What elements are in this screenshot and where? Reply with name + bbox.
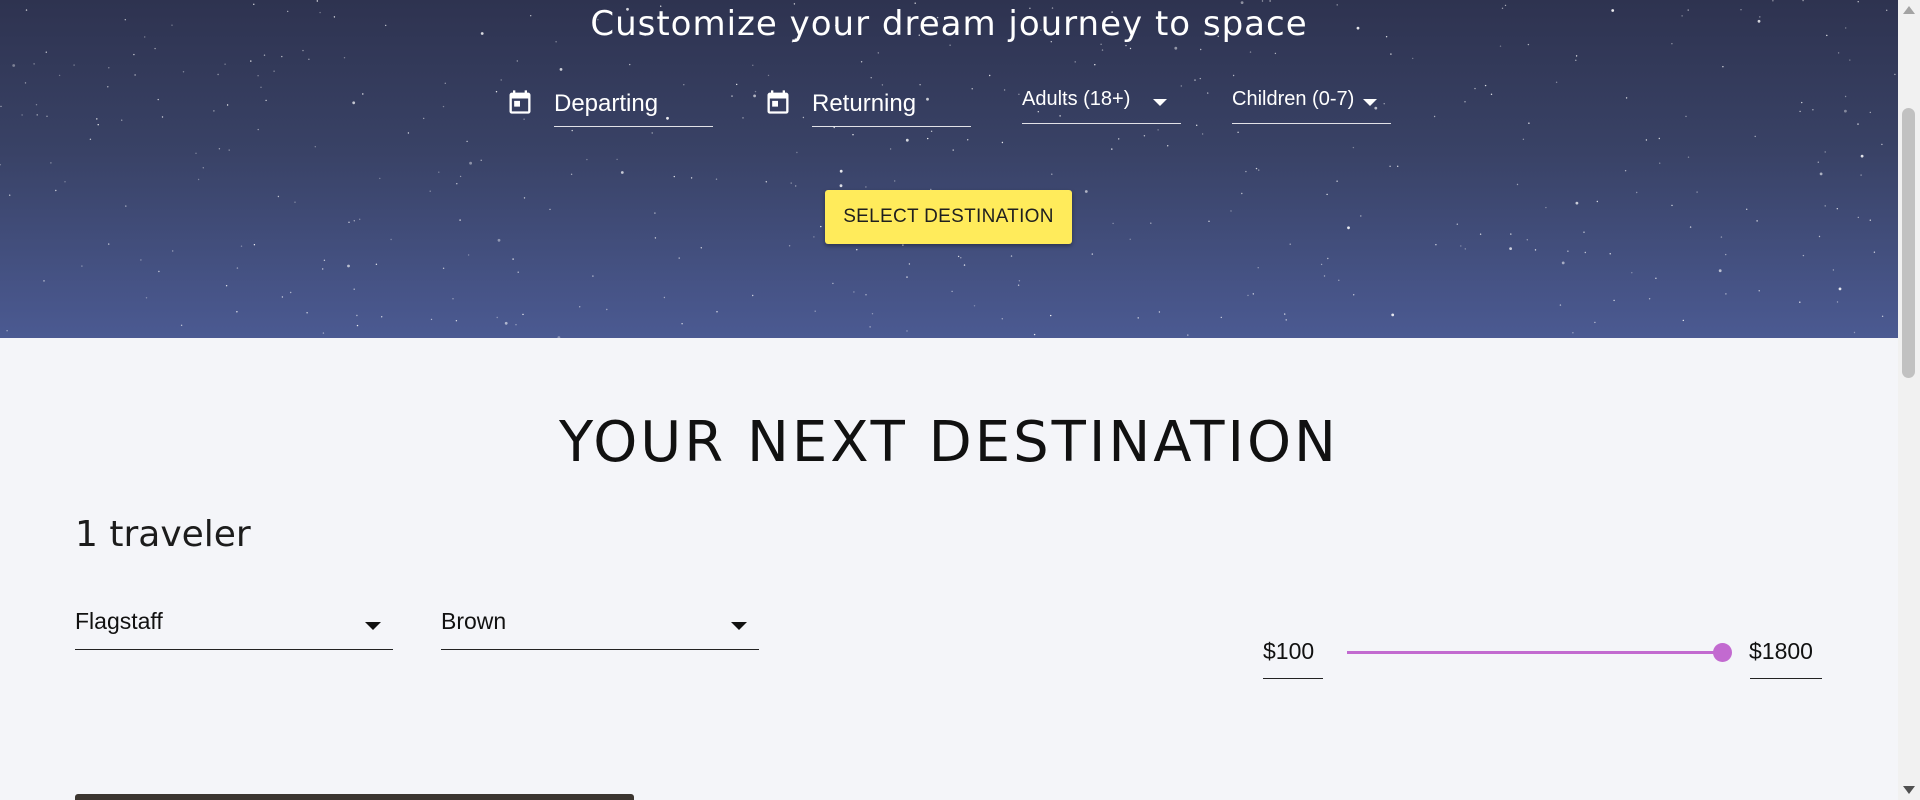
price-max-value: $1800 xyxy=(1749,638,1813,664)
scroll-down-arrow-icon[interactable] xyxy=(1903,786,1915,794)
price-min-value: $100 xyxy=(1263,638,1315,664)
returning-date-field[interactable]: Returning xyxy=(812,84,971,127)
color-dropdown[interactable]: Brown xyxy=(441,600,759,650)
section-title: YOUR NEXT DESTINATION xyxy=(559,410,1339,475)
scroll-up-arrow-icon[interactable] xyxy=(1903,6,1915,14)
page-scrollbar[interactable] xyxy=(1898,0,1920,800)
chevron-down-icon xyxy=(1363,99,1377,106)
children-select[interactable]: Children (0-7) xyxy=(1232,82,1391,124)
traveler-count: 1 traveler xyxy=(75,514,251,555)
chevron-down-icon xyxy=(731,622,747,630)
color-value: Brown xyxy=(441,608,507,634)
page: Customize your dream journey to space De… xyxy=(0,0,1920,800)
location-value: Flagstaff xyxy=(75,608,163,634)
chevron-down-icon xyxy=(365,622,381,630)
select-destination-button[interactable]: SELECT DESTINATION xyxy=(825,190,1072,244)
price-slider-thumb[interactable] xyxy=(1713,643,1732,662)
location-dropdown[interactable]: Flagstaff xyxy=(75,600,393,650)
chevron-down-icon xyxy=(1153,99,1167,106)
hero-banner: Customize your dream journey to space De… xyxy=(0,0,1898,338)
departing-label: Departing xyxy=(554,90,659,117)
departing-date-field[interactable]: Departing xyxy=(554,84,713,127)
price-slider-track[interactable] xyxy=(1347,651,1722,654)
calendar-icon[interactable] xyxy=(764,86,792,118)
destination-card-image[interactable] xyxy=(75,794,634,800)
returning-label: Returning xyxy=(812,90,917,117)
adults-label: Adults (18+) xyxy=(1022,88,1131,110)
adults-select[interactable]: Adults (18+) xyxy=(1022,82,1181,124)
children-label: Children (0-7) xyxy=(1232,88,1355,110)
scrollbar-thumb[interactable] xyxy=(1902,108,1915,378)
price-max-field[interactable]: $1800 xyxy=(1749,636,1822,679)
hero-title: Customize your dream journey to space xyxy=(590,4,1308,44)
starfield-background xyxy=(0,0,1896,338)
calendar-icon[interactable] xyxy=(506,86,534,118)
price-min-field[interactable]: $100 xyxy=(1263,636,1323,679)
